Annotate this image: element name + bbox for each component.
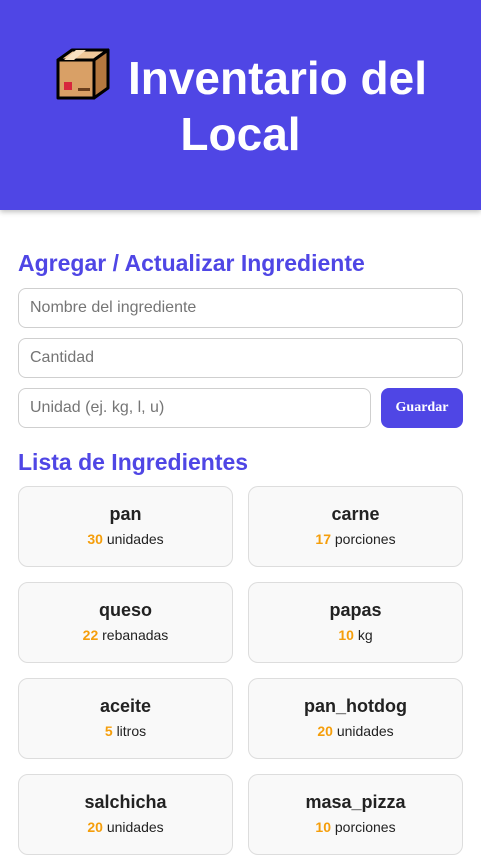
ingredient-card: masa_pizza 10 porciones [248, 774, 463, 855]
quantity-value: 10 [315, 819, 331, 835]
quantity-value: 20 [87, 819, 103, 835]
ingredient-quantity: 22 rebanadas [19, 627, 232, 643]
page-title: Inventario del Local [31, 48, 451, 162]
ingredient-quantity: 20 unidades [19, 819, 232, 835]
quantity-value: 20 [317, 723, 333, 739]
ingredient-card: pan_hotdog 20 unidades [248, 678, 463, 759]
quantity-value: 30 [87, 531, 103, 547]
ingredient-name: masa_pizza [305, 792, 406, 812]
ingredient-quantity: 17 porciones [249, 531, 462, 547]
page-title-text: Inventario del Local [127, 52, 428, 160]
quantity-value: 17 [315, 531, 331, 547]
page-header: Inventario del Local [0, 0, 481, 210]
ingredient-quantity: 10 porciones [249, 819, 462, 835]
quantity-value: 10 [338, 627, 354, 643]
quantity-unit: litros [116, 723, 147, 739]
ingredient-name-input[interactable] [18, 288, 463, 328]
ingredient-name: carne [331, 504, 380, 524]
ingredient-card: aceite 5 litros [18, 678, 233, 759]
quantity-unit: rebanadas [102, 627, 169, 643]
save-button[interactable]: Guardar [381, 388, 463, 428]
quantity-value: 5 [104, 723, 113, 739]
ingredient-grid: pan 30 unidades carne 17 porciones queso… [18, 486, 463, 855]
ingredient-name: papas [329, 600, 382, 620]
unit-input[interactable] [18, 388, 371, 428]
ingredient-card: salchicha 20 unidades [18, 774, 233, 855]
ingredient-name: pan [109, 504, 142, 524]
quantity-unit: unidades [106, 531, 164, 547]
quantity-unit: unidades [106, 819, 164, 835]
quantity-input[interactable] [18, 338, 463, 378]
quantity-unit: unidades [336, 723, 394, 739]
ingredient-name: queso [98, 600, 152, 620]
package-box-icon [56, 48, 110, 100]
ingredient-name: aceite [99, 696, 152, 716]
quantity-unit: porciones [334, 531, 396, 547]
form-title: Agregar / Actualizar Ingrediente [18, 250, 365, 276]
ingredient-quantity: 30 unidades [19, 531, 232, 547]
ingredient-card: queso 22 rebanadas [18, 582, 233, 663]
ingredient-card: carne 17 porciones [248, 486, 463, 567]
ingredient-quantity: 5 litros [19, 723, 232, 739]
quantity-unit: porciones [334, 819, 396, 835]
ingredient-quantity: 10 kg [249, 627, 462, 643]
ingredient-name: pan_hotdog [304, 696, 407, 716]
ingredient-card: papas 10 kg [248, 582, 463, 663]
ingredient-quantity: 20 unidades [249, 723, 462, 739]
quantity-unit: kg [357, 627, 373, 643]
ingredient-name: salchicha [84, 792, 167, 812]
list-title: Lista de Ingredientes [18, 449, 249, 475]
quantity-value: 22 [82, 627, 99, 643]
ingredient-card: pan 30 unidades [18, 486, 233, 567]
